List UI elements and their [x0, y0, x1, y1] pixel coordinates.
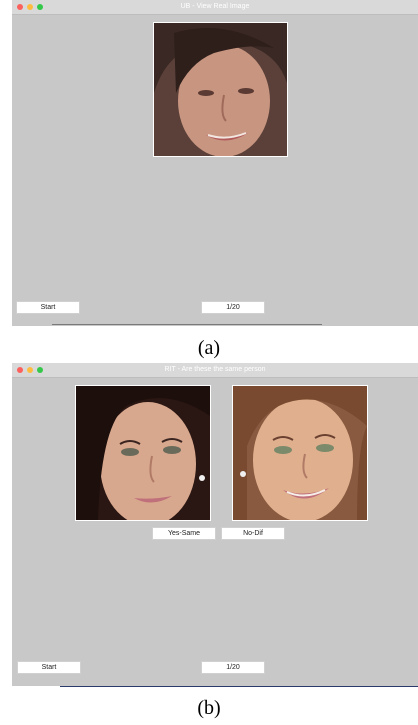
face-illustration	[233, 386, 367, 520]
caption-b: (b)	[197, 697, 221, 719]
no-different-button[interactable]: No-Dif	[221, 527, 285, 540]
window-same-person: RIT - Are these the same person Yes-Same…	[12, 363, 418, 686]
face-illustration	[76, 386, 210, 520]
start-button[interactable]: Start	[17, 661, 81, 674]
window-title: UB - View Real Image	[180, 3, 250, 10]
real-face-image	[153, 22, 288, 157]
bottom-edge	[52, 324, 322, 325]
progress-counter: 1/20	[201, 661, 265, 674]
right-face-image	[232, 385, 368, 521]
bottom-edge	[60, 686, 418, 687]
title-bar: UB - View Real Image	[12, 0, 418, 15]
left-face-image	[75, 385, 211, 521]
title-bar: RIT - Are these the same person	[12, 363, 418, 378]
yes-same-button[interactable]: Yes-Same	[152, 527, 216, 540]
caption-a: (a)	[197, 337, 221, 359]
face-illustration	[154, 23, 287, 156]
window-title: RIT - Are these the same person	[164, 366, 266, 373]
start-button[interactable]: Start	[16, 301, 80, 314]
progress-counter: 1/20	[201, 301, 265, 314]
window-view-real-image: UB - View Real Image Start 1/20	[12, 0, 418, 326]
